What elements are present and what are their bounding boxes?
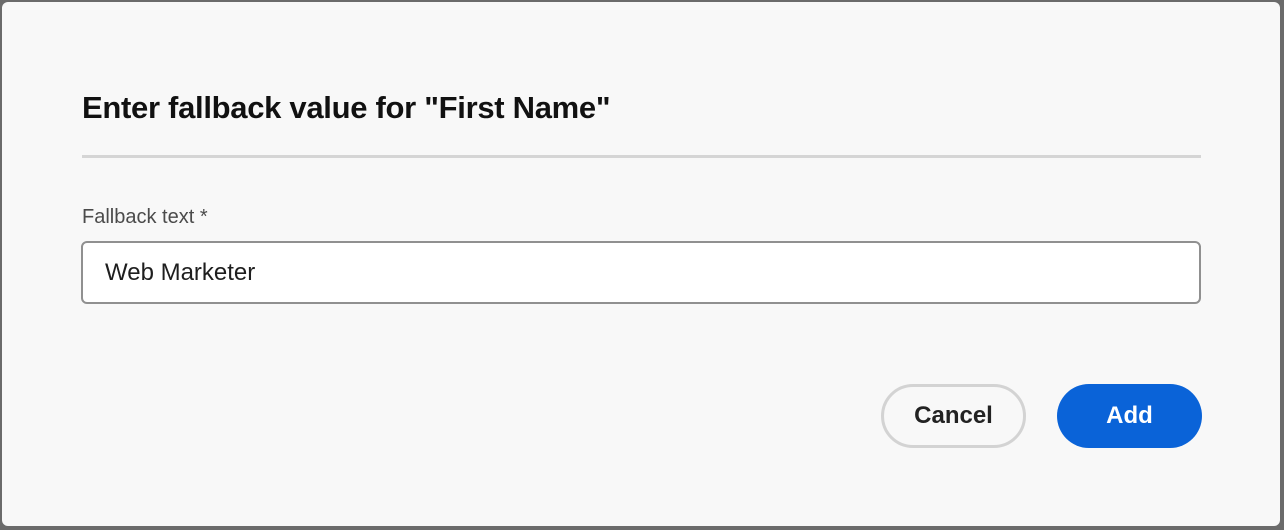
fallback-text-input[interactable] <box>81 241 1201 304</box>
add-button[interactable]: Add <box>1057 384 1202 448</box>
dialog-title: Enter fallback value for "First Name" <box>82 90 611 125</box>
fallback-dialog: Enter fallback value for "First Name" Fa… <box>2 2 1280 526</box>
fallback-text-label: Fallback text * <box>82 206 208 228</box>
title-divider <box>82 155 1201 158</box>
cancel-button[interactable]: Cancel <box>881 384 1026 448</box>
